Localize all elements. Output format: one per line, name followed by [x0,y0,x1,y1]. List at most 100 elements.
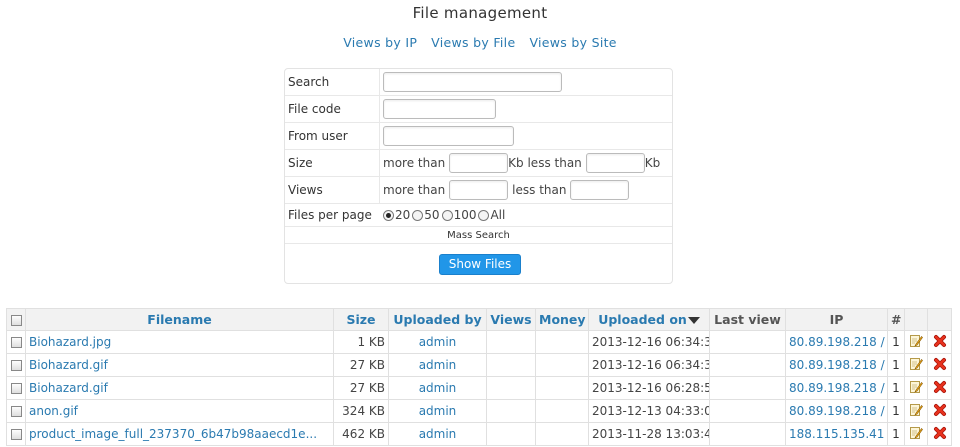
from-user-row: From user [285,123,672,150]
views-cell [486,399,536,423]
radio-icon[interactable] [441,209,453,221]
edit-header [904,308,928,331]
table-row: Biohazard.gif 27 KB admin 2013-12-16 06:28:… [6,376,952,400]
search-label: Search [285,69,380,95]
views-header[interactable]: Views [486,308,536,331]
delete-cell [927,330,952,354]
table-row: Biohazard.gif 27 KB admin 2013-12-16 06:34:… [6,353,952,377]
file-size: 1 KB [333,330,389,354]
uploaded-by-link[interactable]: admin [388,422,487,446]
size-header[interactable]: Size [333,308,389,331]
filename-link[interactable]: anon.gif [25,399,334,423]
row-checkbox[interactable] [10,383,22,394]
edit-cell [904,330,928,354]
delete-cell [927,422,952,446]
radio-icon[interactable] [478,209,490,221]
delete-icon[interactable] [933,357,947,371]
row-checkbox[interactable] [10,337,22,348]
filename-link[interactable]: product_image_full_237370_6b47b98aaecd1e… [25,422,334,446]
per-page-option-all[interactable]: All [478,208,505,222]
per-page-option-100[interactable]: 100 [441,208,476,222]
uploaded-by-link[interactable]: admin [388,376,487,400]
last-view-cell [709,422,786,446]
edit-icon[interactable] [909,403,923,417]
row-select-cell [6,399,26,423]
filename-header[interactable]: Filename [25,308,334,331]
file-size: 462 KB [333,422,389,446]
page-title: File management [412,4,548,22]
per-page-option-50[interactable]: 50 [412,208,440,222]
files-per-page-row: Files per page 20 50 100 All [285,204,672,227]
delete-cell [927,376,952,400]
file-code-label: File code [285,96,380,122]
views-by-file-link[interactable]: Views by File [431,35,515,50]
delete-cell [927,399,952,423]
from-user-input[interactable] [383,126,514,146]
search-row: Search [285,69,672,96]
size-max-input[interactable] [585,153,645,173]
uploaded-by-header[interactable]: Uploaded by [388,308,487,331]
delete-icon[interactable] [933,426,947,440]
file-size: 27 KB [333,376,389,400]
table-row: product_image_full_237370_6b47b98aaecd1e… [6,422,952,446]
last-view-header: Last view [709,308,786,331]
views-min-input[interactable] [449,180,509,200]
size-more-than-text: more than [383,156,446,170]
views-max-input[interactable] [570,180,630,200]
ip-link[interactable]: 80.89.198.218 / RU [785,330,888,354]
row-select-cell [6,353,26,377]
delete-icon[interactable] [933,334,947,348]
show-files-button[interactable]: Show Files [439,254,521,275]
radio-selected-icon[interactable] [383,209,394,221]
views-less-than-text: less than [512,183,567,197]
row-checkbox[interactable] [10,406,22,417]
views-row: Views more than less than [285,177,672,204]
count-header: # [887,308,905,331]
uploaded-by-link[interactable]: admin [388,330,487,354]
mass-search-link[interactable]: Mass Search [285,227,672,244]
ip-link[interactable]: 188.115.135.41 / UA [785,422,888,446]
file-size: 27 KB [333,353,389,377]
delete-icon[interactable] [933,403,947,417]
edit-cell [904,399,928,423]
views-cell [486,330,536,354]
uploaded-on-cell: 2013-12-13 04:33:08 [588,399,710,423]
money-header[interactable]: Money [535,308,589,331]
delete-header [927,308,952,331]
view-links: Views by IP Views by File Views by Site [0,35,960,50]
edit-icon[interactable] [909,357,923,371]
radio-icon[interactable] [412,209,424,221]
views-more-than-text: more than [383,183,446,197]
ip-header: IP [785,308,888,331]
edit-icon[interactable] [909,380,923,394]
count-cell: 1 [887,376,905,400]
ip-link[interactable]: 80.89.198.218 / RU [785,399,888,423]
select-all-checkbox[interactable] [10,315,22,326]
row-checkbox[interactable] [10,360,22,371]
size-label: Size [285,150,380,176]
delete-cell [927,353,952,377]
ip-link[interactable]: 80.89.198.218 / RU [785,353,888,377]
edit-icon[interactable] [909,334,923,348]
ip-link[interactable]: 80.89.198.218 / RU [785,376,888,400]
edit-icon[interactable] [909,426,923,440]
filename-link[interactable]: Biohazard.gif [25,376,334,400]
filename-link[interactable]: Biohazard.gif [25,353,334,377]
search-input[interactable] [383,72,562,92]
delete-icon[interactable] [933,380,947,394]
per-page-option-20[interactable]: 20 [383,208,410,222]
views-by-site-link[interactable]: Views by Site [529,35,616,50]
views-by-ip-link[interactable]: Views by IP [343,35,417,50]
views-cell [486,353,536,377]
uploaded-by-link[interactable]: admin [388,353,487,377]
money-cell [535,330,589,354]
uploaded-by-link[interactable]: admin [388,399,487,423]
filename-link[interactable]: Biohazard.jpg [25,330,334,354]
money-cell [535,376,589,400]
file-code-input[interactable] [383,99,496,119]
views-cell [486,376,536,400]
row-select-cell [6,330,26,354]
row-checkbox[interactable] [10,429,22,440]
uploaded-on-header[interactable]: Uploaded on [588,308,710,331]
size-min-input[interactable] [449,153,509,173]
